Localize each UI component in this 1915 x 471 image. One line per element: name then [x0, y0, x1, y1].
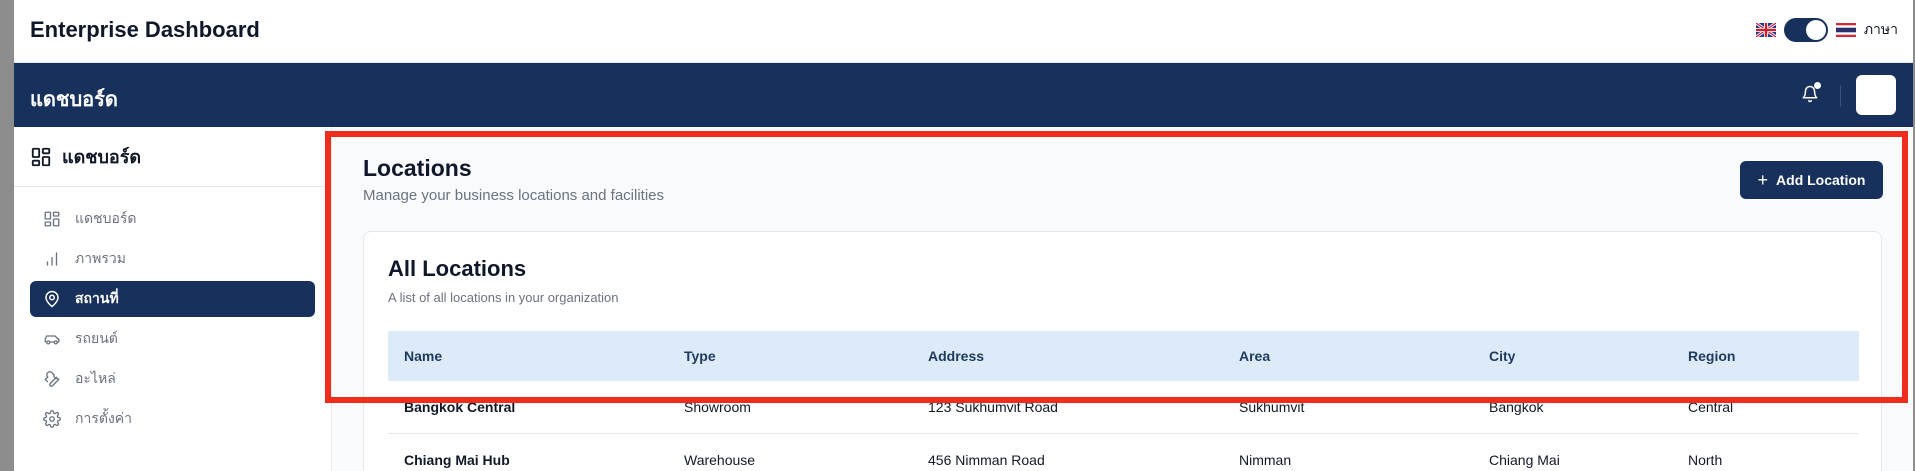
- nav-title: แดชบอร์ด: [30, 89, 118, 111]
- table-row[interactable]: Chiang Mai Hub Warehouse 456 Nimman Road…: [388, 434, 1859, 471]
- bar-chart-icon: [43, 250, 61, 268]
- column-header-type[interactable]: Type: [668, 348, 912, 364]
- sidebar-item-label: แดชบอร์ด: [75, 210, 137, 226]
- wrench-icon: [43, 370, 61, 388]
- car-icon: [43, 330, 61, 348]
- plus-icon: +: [1757, 170, 1769, 190]
- sidebar-header-label: แดชบอร์ด: [62, 147, 142, 167]
- column-header-area[interactable]: Area: [1223, 348, 1473, 364]
- thai-flag-icon: [1835, 23, 1856, 37]
- language-label[interactable]: ภาษา: [1864, 19, 1898, 41]
- column-header-city[interactable]: City: [1473, 348, 1672, 364]
- cell-address: 456 Nimman Road: [928, 452, 1045, 468]
- sidebar-item-locations[interactable]: สถานที่: [30, 281, 315, 317]
- sidebar-item-overview[interactable]: ภาพรวม: [30, 241, 315, 277]
- page-subtitle: Manage your business locations and facil…: [363, 187, 665, 204]
- toggle-knob: [1805, 20, 1826, 40]
- cell-type: Showroom: [684, 399, 751, 415]
- sidebar-item-settings[interactable]: การตั้งค่า: [30, 401, 315, 437]
- avatar[interactable]: [1856, 75, 1896, 115]
- app-window: Enterprise Dashboard ภาษา แดชบอร์ด แดชบอ…: [14, 0, 1913, 471]
- gear-icon: [43, 410, 61, 428]
- cell-region: Central: [1688, 399, 1734, 415]
- column-header-address[interactable]: Address: [912, 348, 1223, 364]
- column-header-region[interactable]: Region: [1672, 348, 1859, 364]
- cell-name: Chiang Mai Hub: [404, 452, 510, 468]
- sidebar-item-label: การตั้งค่า: [75, 410, 133, 426]
- bell-icon[interactable]: [1801, 82, 1821, 105]
- locations-card: All Locations A list of all locations in…: [363, 231, 1882, 471]
- cell-area: Nimman: [1239, 452, 1292, 468]
- sidebar-item-label: อะไหล่: [75, 370, 116, 386]
- main-content: Locations Manage your business locations…: [333, 127, 1913, 471]
- page-title: Locations: [363, 155, 472, 181]
- sidebar-item-parts[interactable]: อะไหล่: [30, 361, 315, 397]
- app-title: Enterprise Dashboard: [30, 17, 260, 42]
- dashboard-icon: [43, 210, 61, 228]
- add-location-button[interactable]: + Add Location: [1740, 161, 1883, 199]
- table-header: Name Type Address Area City Region: [388, 331, 1859, 381]
- sidebar: แดชบอร์ด แดชบอร์ด ภาพรวม สถานที่ รถยนต์ …: [14, 127, 332, 471]
- cell-city: Bangkok: [1489, 399, 1544, 415]
- notification-dot: [1814, 82, 1821, 89]
- cell-address: 123 Sukhumvit Road: [928, 399, 1058, 415]
- sidebar-item-label: ภาพรวม: [75, 250, 126, 266]
- window-edge-left: [0, 0, 14, 471]
- sidebar-item-cars[interactable]: รถยนต์: [30, 321, 315, 357]
- sidebar-item-dashboard[interactable]: แดชบอร์ด: [30, 201, 315, 237]
- language-switcher: ภาษา: [1755, 18, 1898, 42]
- card-title: All Locations: [388, 256, 527, 281]
- dashboard-icon: [30, 146, 52, 168]
- sidebar-header: แดชบอร์ด: [14, 127, 331, 187]
- table-row[interactable]: Bangkok Central Showroom 123 Sukhumvit R…: [388, 381, 1859, 434]
- nav-bar: แดชบอร์ด: [14, 63, 1913, 127]
- top-bar: Enterprise Dashboard ภาษา: [14, 0, 1913, 63]
- sidebar-menu: แดชบอร์ด ภาพรวม สถานที่ รถยนต์ อะไหล่ กา…: [14, 187, 331, 437]
- add-location-label: Add Location: [1776, 172, 1866, 188]
- uk-flag-icon: [1755, 23, 1776, 37]
- locations-table: Name Type Address Area City Region Bangk…: [388, 331, 1859, 471]
- nav-divider: [1840, 85, 1841, 107]
- sidebar-item-label: รถยนต์: [75, 330, 118, 346]
- cell-area: Sukhumvit: [1239, 399, 1305, 415]
- cell-region: North: [1688, 452, 1723, 468]
- cell-city: Chiang Mai: [1489, 452, 1560, 468]
- language-toggle[interactable]: [1783, 18, 1828, 42]
- cell-name: Bangkok Central: [404, 399, 516, 415]
- card-subtitle: A list of all locations in your organiza…: [388, 290, 619, 305]
- sidebar-item-label: สถานที่: [75, 290, 119, 306]
- column-header-name[interactable]: Name: [388, 348, 668, 364]
- cell-type: Warehouse: [684, 452, 756, 468]
- map-pin-icon: [43, 290, 61, 308]
